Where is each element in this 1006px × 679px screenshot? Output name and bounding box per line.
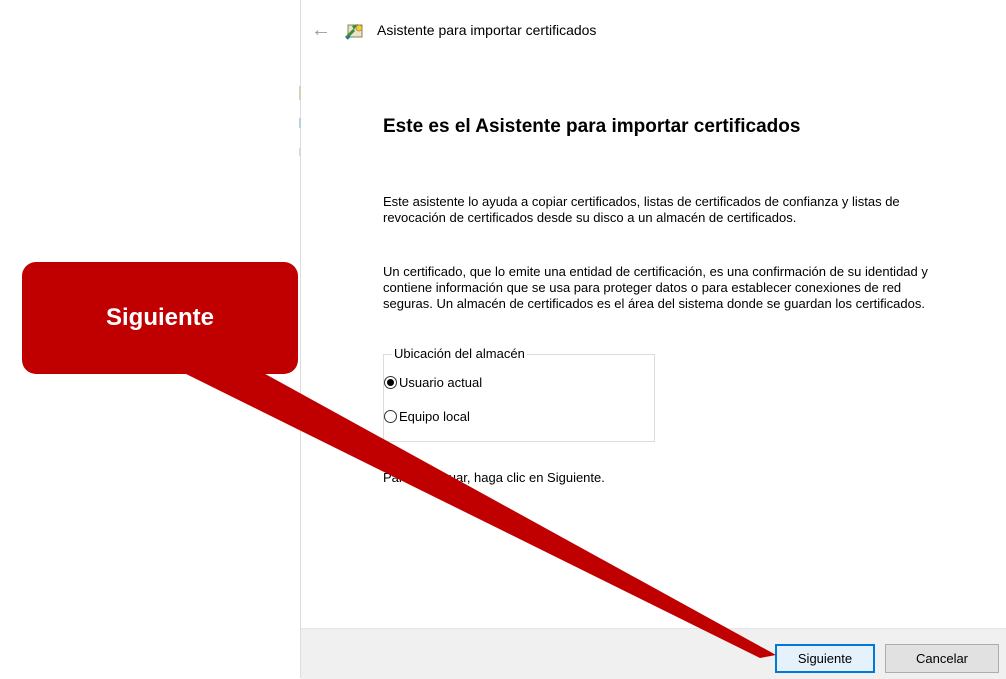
callout-label: Siguiente xyxy=(105,304,214,331)
callout-box: Siguiente xyxy=(22,262,298,374)
